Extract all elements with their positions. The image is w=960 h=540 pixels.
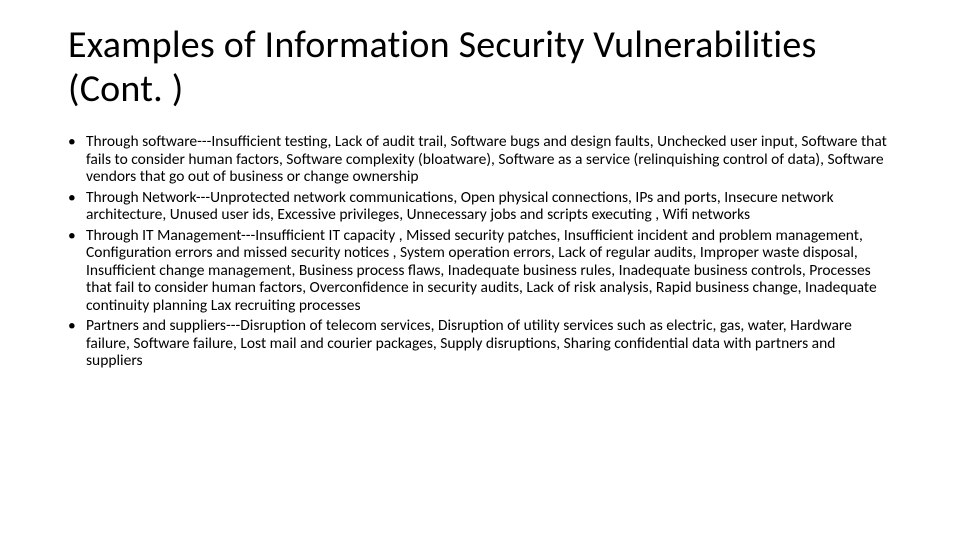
list-item: Through software---Insufficient testing,… [68,133,892,186]
list-item: Partners and suppliers---Disruption of t… [68,317,892,370]
list-item: Through IT Management---Insufficient IT … [68,227,892,315]
slide-title: Examples of Information Security Vulnera… [68,24,892,111]
bullet-list: Through software---Insufficient testing,… [68,133,892,370]
slide: Examples of Information Security Vulnera… [0,0,960,540]
list-item: Through Network---Unprotected network co… [68,189,892,224]
